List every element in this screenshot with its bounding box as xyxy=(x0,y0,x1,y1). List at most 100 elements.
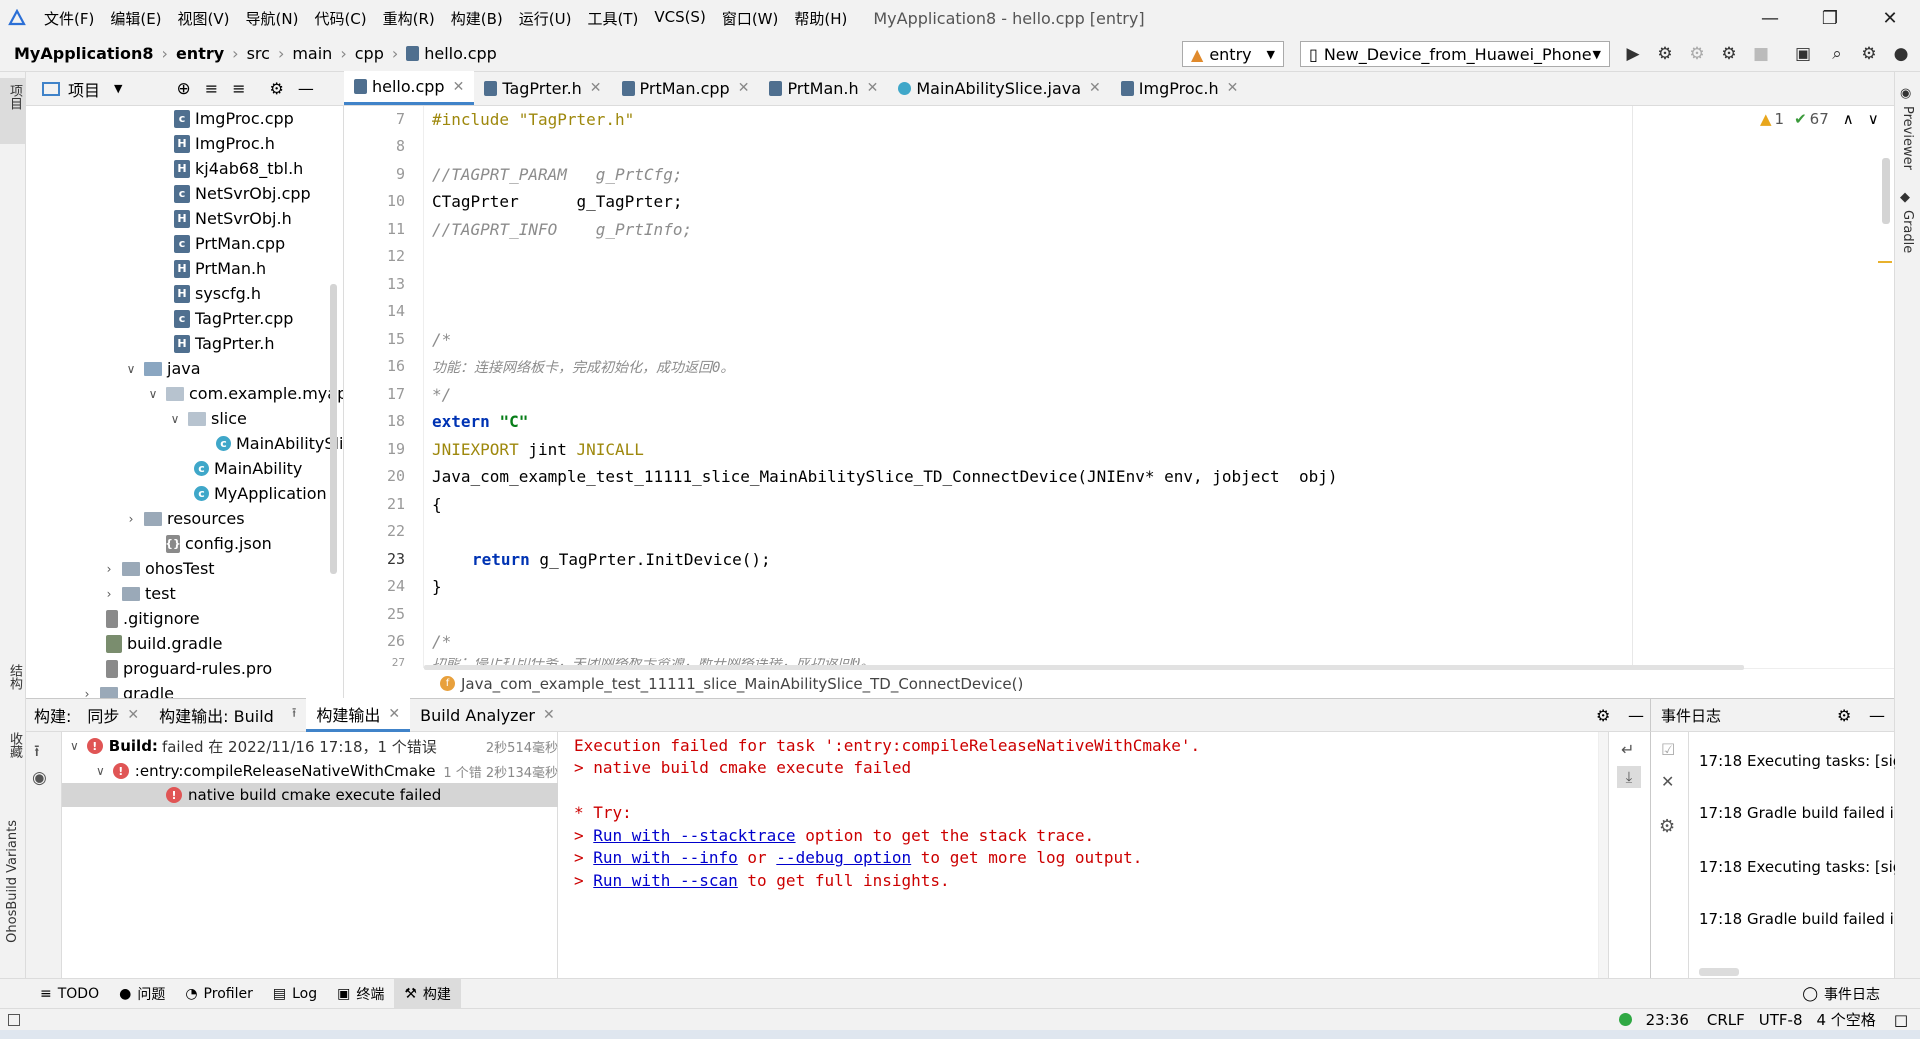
tab-sync[interactable]: 同步 ✕ xyxy=(77,698,149,732)
stacktrace-link[interactable]: Run with --stacktrace xyxy=(593,826,795,845)
info-link[interactable]: Run with --info xyxy=(593,848,738,867)
tree-item-gradle[interactable]: › gradle xyxy=(80,681,174,698)
close-tab-icon[interactable]: ✕ xyxy=(738,80,750,96)
indent-setting[interactable]: 4 个空格 xyxy=(1817,1009,1876,1030)
toolwindow-todo[interactable]: ≡ TODO xyxy=(30,979,109,1009)
tree-item-tagprter-h[interactable]: H TagPrter.h xyxy=(174,331,274,356)
eye-icon[interactable]: ◉ xyxy=(32,768,47,788)
pin-icon[interactable]: ⭱ xyxy=(34,740,40,767)
project-structure-icon[interactable]: ▣ xyxy=(1792,44,1814,64)
menu-code[interactable]: 代码(C) xyxy=(306,8,374,29)
chevron-down-icon[interactable]: ∨ xyxy=(124,362,138,376)
close-tab-icon[interactable]: ✕ xyxy=(590,80,602,96)
tree-scrollbar[interactable] xyxy=(330,284,337,574)
profile-icon[interactable]: ⚙ xyxy=(1718,44,1740,64)
toolwindow-problems[interactable]: ● 问题 xyxy=(109,979,175,1009)
tree-item-ohostest[interactable]: › ohosTest xyxy=(102,556,215,581)
tree-item-config-json[interactable]: {} config.json xyxy=(146,531,272,556)
tree-item-mainabilityslice[interactable]: c MainAbilitySli xyxy=(216,431,343,456)
search-icon[interactable]: ⌕ xyxy=(1826,44,1848,64)
menu-window[interactable]: 窗口(W) xyxy=(714,8,787,29)
close-tab-icon[interactable]: ✕ xyxy=(388,706,400,722)
scan-link[interactable]: Run with --scan xyxy=(593,871,738,890)
close-tab-icon[interactable]: ✕ xyxy=(867,80,879,96)
locate-icon[interactable]: ⊕ xyxy=(176,79,190,99)
close-tab-icon[interactable]: ✕ xyxy=(543,707,555,723)
trash-icon[interactable]: ✕ xyxy=(1661,772,1674,791)
close-tab-icon[interactable]: ✕ xyxy=(127,707,139,723)
attach-debugger-icon[interactable]: ⚙ xyxy=(1686,44,1708,64)
minimize-icon[interactable]: — xyxy=(1740,0,1800,36)
menu-build[interactable]: 构建(B) xyxy=(443,8,511,29)
menu-refactor[interactable]: 重构(R) xyxy=(375,8,443,29)
tab-build-output[interactable]: 构建输出 ✕ xyxy=(306,698,411,732)
hide-panel-icon[interactable]: — xyxy=(1628,706,1644,725)
build-error-row[interactable]: ! native build cmake execute failed xyxy=(62,783,558,807)
stop-icon[interactable]: ■ xyxy=(1750,44,1772,64)
hide-panel-icon[interactable]: — xyxy=(1869,706,1885,725)
menu-view[interactable]: 视图(V) xyxy=(170,8,238,29)
tree-item-java[interactable]: ∨ java xyxy=(124,356,201,381)
menu-file[interactable]: 文件(F) xyxy=(36,8,102,29)
tree-item-kj4ab68-tbl-h[interactable]: Hkj4ab68_tbl.h xyxy=(174,156,303,181)
inspection-widget[interactable]: ▲ 1 ✔ 67 ∧ ∨ xyxy=(1760,110,1879,128)
file-encoding[interactable]: UTF-8 xyxy=(1759,1011,1803,1029)
toolwindow-profiler[interactable]: ◔ Profiler xyxy=(175,979,263,1009)
collapse-all-icon[interactable]: ≡ xyxy=(232,79,245,98)
tab-prtman-h[interactable]: PrtMan.h ✕ xyxy=(759,71,888,105)
tree-item-netsvrobj-h[interactable]: H NetSvrObj.h xyxy=(174,206,292,231)
scroll-to-end-icon[interactable]: ⤓ xyxy=(1617,766,1641,788)
panel-gear-icon[interactable]: ⚙ xyxy=(1837,706,1851,725)
crumb-file[interactable]: hello.cpp xyxy=(424,44,497,63)
tree-item-prtman-h[interactable]: H PrtMan.h xyxy=(174,256,266,281)
chevron-up-icon[interactable]: ∧ xyxy=(1843,110,1854,128)
panel-gear-icon[interactable]: ⚙ xyxy=(1596,706,1610,725)
chevron-right-icon[interactable]: › xyxy=(80,687,94,699)
tree-item-test[interactable]: › test xyxy=(102,581,176,606)
tree-item-myapplication[interactable]: c MyApplication xyxy=(194,481,327,506)
chevron-down-icon[interactable]: ∨ xyxy=(1868,110,1879,128)
toolwindow-terminal[interactable]: ▣ 终端 xyxy=(327,979,394,1009)
account-icon[interactable]: ● xyxy=(1890,44,1912,64)
build-task-row[interactable]: ∨ ! :entry:compileReleaseNativeWithCmake… xyxy=(96,759,558,783)
tree-item-prtman-cpp[interactable]: c PrtMan.cpp xyxy=(174,231,285,256)
toolwindow-build[interactable]: ⚒ 构建 xyxy=(394,978,461,1009)
crumb-src[interactable]: src xyxy=(247,44,270,63)
crumb-cpp[interactable]: cpp xyxy=(355,44,384,63)
project-tool-label[interactable]: 项目 xyxy=(5,84,24,110)
chevron-down-icon[interactable]: ∨ xyxy=(146,387,160,401)
event-log-scrollbar[interactable] xyxy=(1699,968,1739,976)
build-output-console[interactable]: Execution failed for task ':entry:compil… xyxy=(558,732,1608,978)
favorites-tool-label[interactable]: 收藏 xyxy=(5,732,24,758)
project-view-title[interactable]: 项目 xyxy=(68,77,100,101)
horizontal-scrollbar[interactable] xyxy=(424,665,1744,670)
build-variants-tool-label[interactable]: OhosBuild Variants xyxy=(5,820,20,943)
chevron-down-icon[interactable]: ∨ xyxy=(70,739,79,753)
build-root-row[interactable]: ∨ ! Build: failed 在 2022/11/16 17:18，1 个… xyxy=(70,734,558,758)
tab-prtman-cpp[interactable]: PrtMan.cpp ✕ xyxy=(612,71,760,105)
chevron-down-icon[interactable]: ∨ xyxy=(168,412,182,426)
menu-navigate[interactable]: 导航(N) xyxy=(238,8,307,29)
soft-wrap-icon[interactable]: ↵ xyxy=(1621,740,1634,759)
settings-gear-icon[interactable]: ⚙ xyxy=(1659,816,1675,837)
chevron-right-icon[interactable]: › xyxy=(124,512,138,526)
crumb-main[interactable]: main xyxy=(292,44,332,63)
warning-stripe-marker[interactable] xyxy=(1878,261,1892,263)
tab-build-analyzer[interactable]: Build Analyzer ✕ xyxy=(410,698,565,732)
tab-tagprter-h[interactable]: TagPrter.h ✕ xyxy=(474,71,611,105)
lock-icon[interactable]: □ xyxy=(1894,1011,1908,1029)
layout-toggle-icon[interactable] xyxy=(8,1013,20,1026)
tree-item-package[interactable]: ∨ com.example.myapp xyxy=(146,381,343,406)
gradle-tool-label[interactable]: Gradle xyxy=(1900,210,1915,253)
code-breadcrumb[interactable]: f Java_com_example_test_11111_slice_Main… xyxy=(424,665,1894,698)
cursor-position[interactable]: 23:36 xyxy=(1646,1011,1689,1029)
tree-item-tagprter-cpp[interactable]: c TagPrter.cpp xyxy=(174,306,293,331)
chevron-down-icon[interactable]: ∨ xyxy=(96,764,105,778)
menu-tools[interactable]: 工具(T) xyxy=(579,8,646,29)
run-icon[interactable]: ▶ xyxy=(1622,44,1644,64)
chevron-down-icon[interactable]: ▼ xyxy=(114,82,122,95)
mark-read-icon[interactable]: ☑ xyxy=(1661,740,1675,759)
hide-panel-icon[interactable]: — xyxy=(298,79,314,98)
tree-item-build-gradle[interactable]: build.gradle xyxy=(106,631,222,656)
toolwindow-event-log[interactable]: ◯ 事件日志 xyxy=(1792,979,1890,1009)
